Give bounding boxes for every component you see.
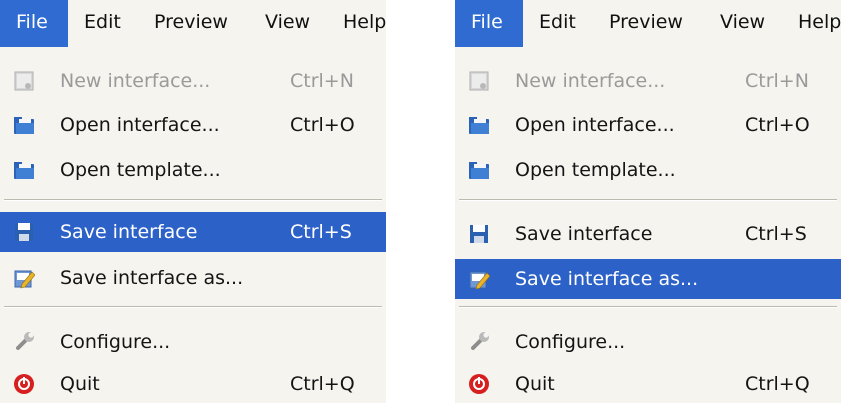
- menu-item-label: Open template...: [60, 159, 221, 181]
- menu-edit[interactable]: Edit: [539, 0, 576, 47]
- menu-item-quit[interactable]: Quit Ctrl+Q: [0, 364, 386, 404]
- menu-item-open-template[interactable]: Open template...: [455, 150, 841, 190]
- menu-item-save-interface-as[interactable]: Save interface as...: [0, 258, 386, 298]
- menu-item-label: Quit: [60, 373, 100, 395]
- menu-item-label: New interface...: [60, 70, 211, 92]
- menu-item-shortcut: Ctrl+O: [745, 114, 810, 136]
- menu-item-configure[interactable]: Configure...: [455, 322, 841, 362]
- menu-item-label: Save interface: [60, 221, 198, 243]
- menu-item-label: Save interface as...: [515, 268, 699, 290]
- menu-file[interactable]: File: [455, 0, 523, 47]
- menu-item-shortcut: Ctrl+S: [290, 221, 352, 243]
- menu-bar: File Edit Preview View Help: [455, 0, 841, 47]
- menu-item-open-interface[interactable]: Open interface... Ctrl+O: [0, 105, 386, 145]
- menu-item-shortcut: Ctrl+N: [745, 70, 809, 92]
- menu-file[interactable]: File: [0, 0, 68, 47]
- save-as-pencil-icon: [469, 271, 490, 290]
- menu-item-save-interface[interactable]: Save interface Ctrl+S: [0, 212, 386, 252]
- menu-item-label: New interface...: [515, 70, 666, 92]
- save-as-pencil-icon: [14, 270, 35, 289]
- menu-separator: [4, 306, 382, 308]
- menu-item-label: Configure...: [515, 331, 626, 353]
- wrench-icon: [16, 331, 35, 350]
- menu-item-label: Open template...: [515, 159, 676, 181]
- file-menu-panel-right: File Edit Preview View Help New interfac…: [455, 0, 841, 403]
- menu-item-shortcut: Ctrl+Q: [290, 373, 355, 395]
- menu-separator: [459, 306, 837, 308]
- file-menu-panel-left: File Edit Preview View Help New interfac…: [0, 0, 386, 403]
- menu-view[interactable]: View: [720, 0, 765, 47]
- menu-item-label: Open interface...: [515, 114, 675, 136]
- menu-separator: [4, 199, 382, 201]
- new-document-icon: [469, 71, 489, 91]
- menu-item-label: Configure...: [60, 331, 171, 353]
- power-icon: [468, 373, 490, 395]
- menu-view[interactable]: View: [265, 0, 310, 47]
- power-icon: [13, 373, 35, 395]
- menu-item-shortcut: Ctrl+N: [290, 70, 354, 92]
- menu-preview[interactable]: Preview: [154, 0, 228, 47]
- folder-icon: [469, 162, 489, 179]
- menu-edit[interactable]: Edit: [84, 0, 121, 47]
- menu-item-label: Quit: [515, 373, 555, 395]
- menu-item-open-template[interactable]: Open template...: [0, 150, 386, 190]
- menu-item-shortcut: Ctrl+S: [745, 223, 807, 245]
- menu-bar: File Edit Preview View Help: [0, 0, 386, 47]
- menu-item-new-interface: New interface... Ctrl+N: [0, 61, 386, 101]
- menu-item-label: Open interface...: [60, 114, 220, 136]
- menu-item-shortcut: Ctrl+Q: [745, 373, 810, 395]
- folder-icon: [469, 117, 489, 134]
- folder-icon: [14, 162, 34, 179]
- menu-separator: [459, 199, 837, 201]
- menu-item-quit[interactable]: Quit Ctrl+Q: [455, 364, 841, 404]
- new-document-icon: [14, 71, 34, 91]
- menu-item-configure[interactable]: Configure...: [0, 322, 386, 362]
- menu-help[interactable]: Help: [343, 0, 386, 47]
- menu-help[interactable]: Help: [798, 0, 841, 47]
- menu-item-new-interface: New interface... Ctrl+N: [455, 61, 841, 101]
- floppy-disk-icon: [470, 225, 488, 243]
- menu-item-label: Save interface as...: [60, 267, 244, 289]
- menu-item-open-interface[interactable]: Open interface... Ctrl+O: [455, 105, 841, 145]
- menu-preview[interactable]: Preview: [609, 0, 683, 47]
- menu-item-save-interface-as[interactable]: Save interface as...: [455, 259, 841, 299]
- floppy-disk-icon: [15, 223, 33, 241]
- menu-item-label: Save interface: [515, 223, 653, 245]
- menu-item-shortcut: Ctrl+O: [290, 114, 355, 136]
- wrench-icon: [471, 331, 490, 350]
- folder-icon: [14, 117, 34, 134]
- menu-item-save-interface[interactable]: Save interface Ctrl+S: [455, 214, 841, 254]
